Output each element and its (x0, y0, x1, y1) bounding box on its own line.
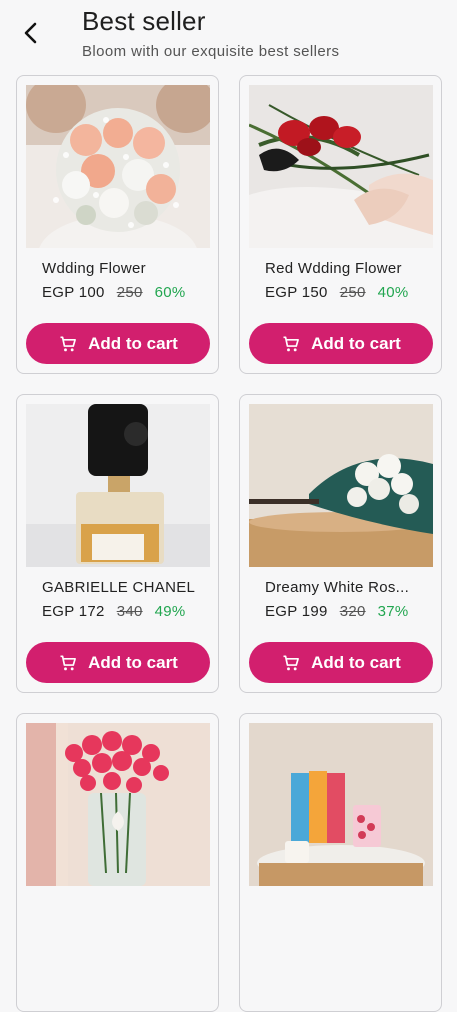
product-name: Wdding Flower (42, 260, 146, 277)
product-discount: 49% (154, 603, 186, 620)
product-discount: 40% (377, 284, 409, 301)
cart-icon (60, 655, 77, 670)
product-image-gift-set[interactable] (249, 723, 433, 886)
product-price: EGP 100 (42, 284, 105, 301)
arrow-left-icon (24, 22, 37, 44)
product-discount: 37% (377, 603, 409, 620)
product-name: Red Wdding Flower (265, 260, 402, 277)
cart-icon (60, 336, 77, 351)
product-price: EGP 150 (265, 284, 328, 301)
product-old-price: 250 (116, 284, 143, 301)
app-header: Best seller Bloom with our exquisite bes… (0, 0, 457, 70)
product-grid: Wdding Flower EGP 100 250 60% Add to cart (16, 75, 443, 1012)
add-to-cart-label: Add to cart (311, 652, 401, 672)
add-to-cart-label: Add to cart (88, 652, 178, 672)
product-prices: EGP 100 250 60% (42, 284, 186, 301)
back-button[interactable] (14, 16, 48, 50)
product-card[interactable]: GABRIELLE CHANEL EGP 172 340 49% Add to ca… (16, 394, 219, 693)
add-to-cart-label: Add to cart (88, 333, 178, 353)
product-image-red-bouquet[interactable] (249, 85, 433, 248)
product-card[interactable]: Red Wdding Flower EGP 150 250 40% Add to c… (239, 75, 442, 374)
product-price: EGP 199 (265, 603, 328, 620)
add-to-cart-button[interactable]: Add to cart (249, 323, 433, 364)
product-card[interactable]: Dreamy White Ros... EGP 199 320 37% Add to… (239, 394, 442, 693)
add-to-cart-button[interactable]: Add to cart (249, 642, 433, 683)
add-to-cart-button[interactable]: Add to cart (26, 642, 210, 683)
product-image-perfume[interactable] (26, 404, 210, 567)
product-image-pink-roses-vase[interactable] (26, 723, 210, 886)
add-to-cart-label: Add to cart (311, 333, 401, 353)
product-card[interactable] (16, 713, 219, 1012)
product-prices: EGP 172 340 49% (42, 603, 186, 620)
product-old-price: 250 (339, 284, 366, 301)
product-price: EGP 172 (42, 603, 105, 620)
cart-icon (283, 655, 300, 670)
product-discount: 60% (154, 284, 186, 301)
cart-icon (283, 336, 300, 351)
product-card[interactable]: Wdding Flower EGP 100 250 60% Add to cart (16, 75, 219, 374)
add-to-cart-button[interactable]: Add to cart (26, 323, 210, 364)
product-name: GABRIELLE CHANEL (42, 579, 196, 596)
product-image-wedding-bouquet[interactable] (26, 85, 210, 248)
product-old-price: 320 (339, 603, 366, 620)
product-card[interactable] (239, 713, 442, 1012)
page-subtitle: Bloom with our exquisite best sellers (82, 43, 340, 60)
product-prices: EGP 199 320 37% (265, 603, 409, 620)
product-old-price: 340 (116, 603, 143, 620)
page-title: Best seller (82, 6, 206, 36)
product-image-white-roses[interactable] (249, 404, 433, 567)
product-prices: EGP 150 250 40% (265, 284, 409, 301)
product-name: Dreamy White Ros... (265, 579, 410, 596)
